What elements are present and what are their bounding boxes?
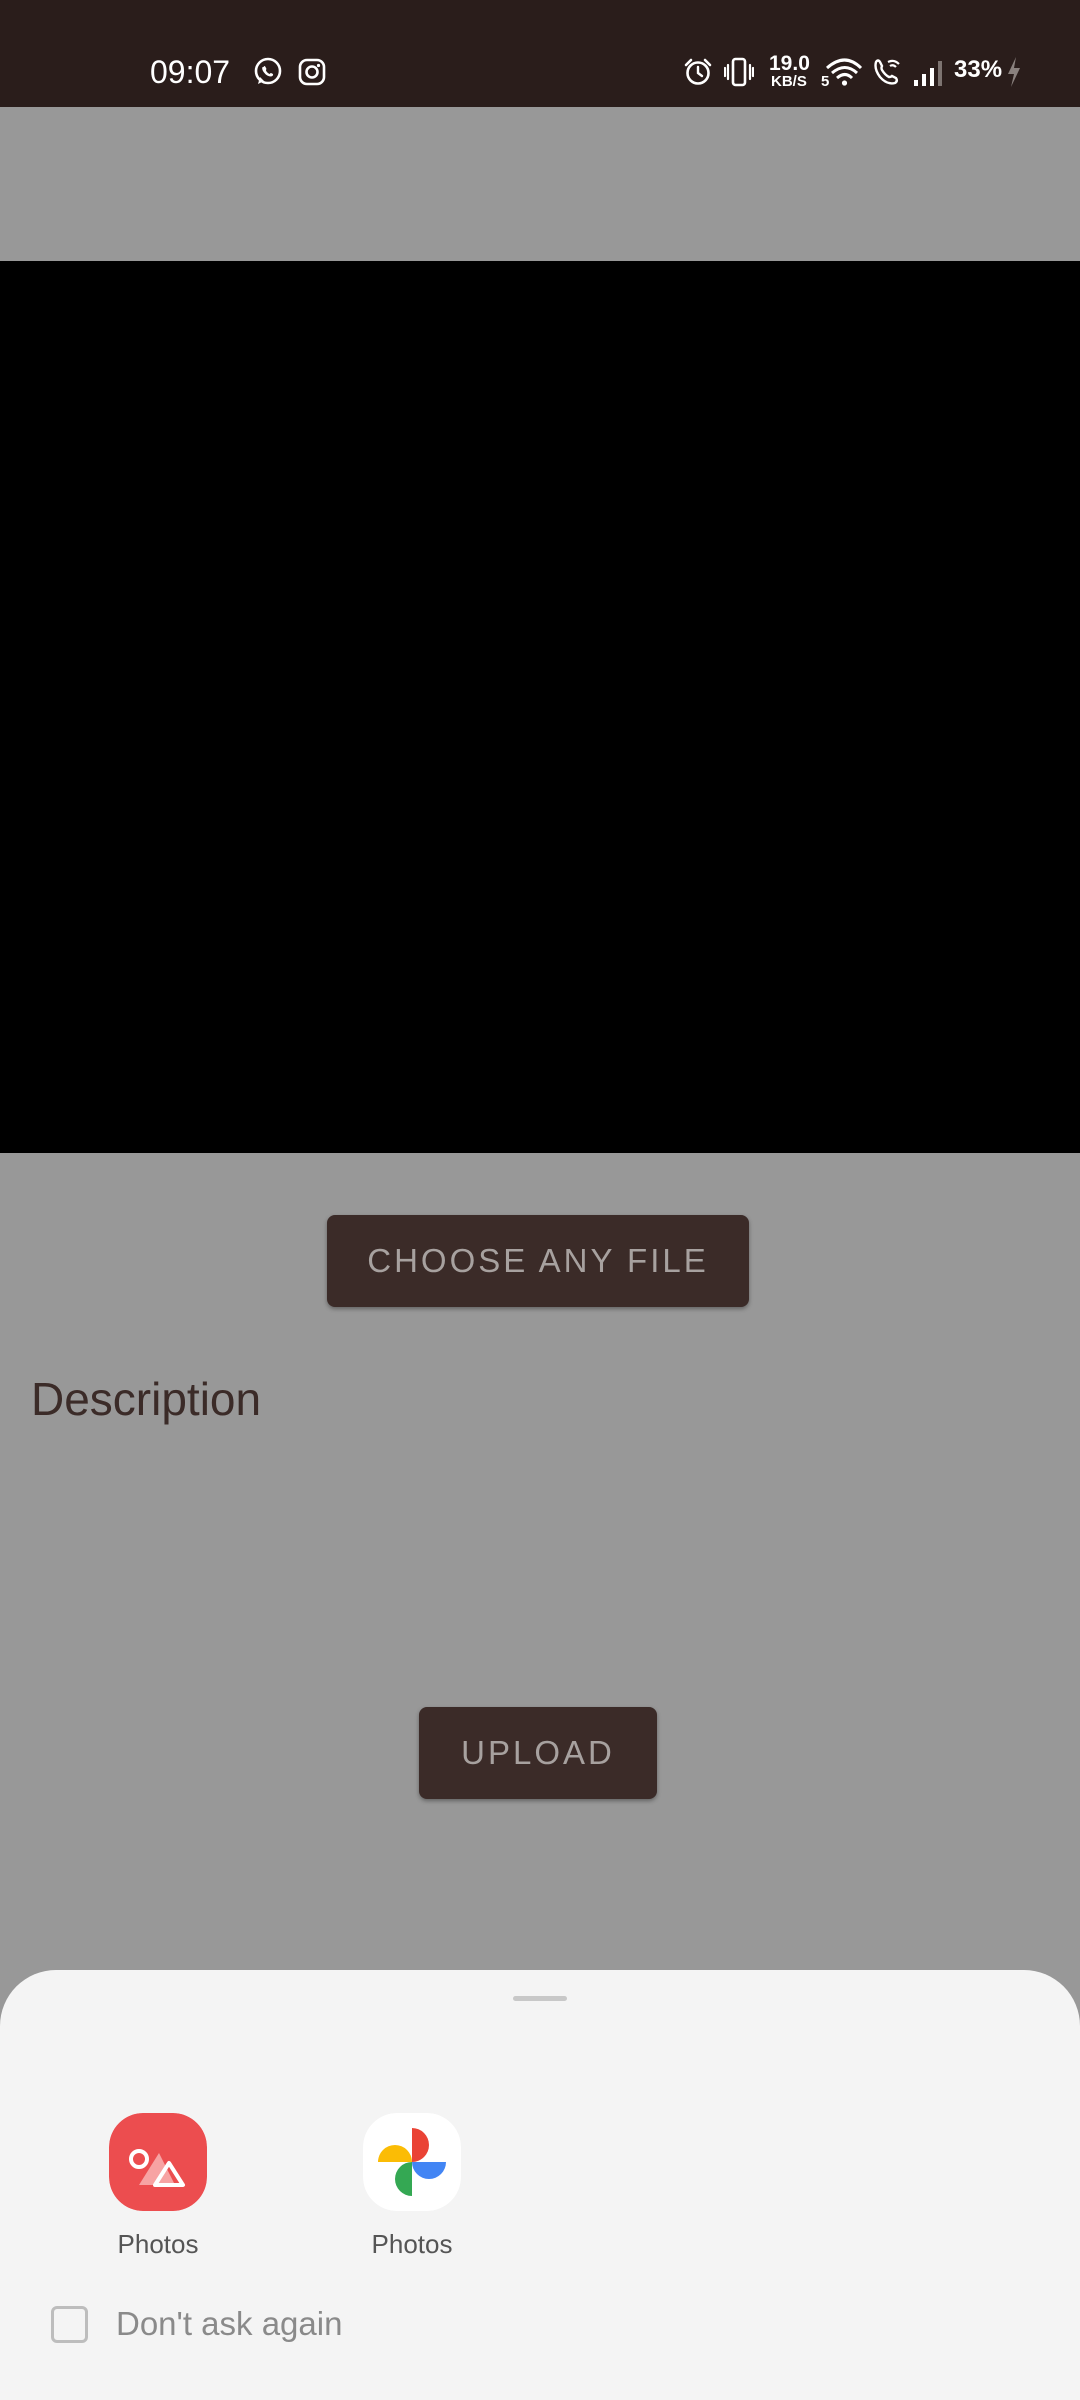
chooser-app-google-photos[interactable]: Photos bbox=[312, 2113, 512, 2260]
sheet-drag-handle[interactable] bbox=[513, 1996, 567, 2001]
whatsapp-icon bbox=[254, 57, 282, 85]
upload-button[interactable]: UPLOAD bbox=[419, 1707, 657, 1799]
dont-ask-again-label[interactable]: Don't ask again bbox=[116, 2305, 342, 2343]
chooser-app-gallery[interactable]: Photos bbox=[58, 2113, 258, 2260]
charging-icon bbox=[1008, 57, 1020, 87]
status-bar: 09:07 19.0 KB/S 5 33% bbox=[0, 0, 1080, 107]
instagram-icon bbox=[298, 58, 326, 86]
vibrate-icon bbox=[724, 57, 754, 87]
file-preview bbox=[0, 261, 1080, 1153]
battery-percent: 33% bbox=[954, 56, 1003, 83]
samsung-gallery-icon bbox=[109, 2113, 207, 2211]
choose-file-button[interactable]: CHOOSE ANY FILE bbox=[327, 1215, 749, 1307]
wifi-calling-icon bbox=[874, 59, 900, 85]
dont-ask-again-checkbox[interactable] bbox=[51, 2306, 88, 2343]
description-field[interactable]: Description bbox=[31, 1372, 261, 1426]
chooser-app-label: Photos bbox=[117, 2229, 199, 2259]
chooser-app-label: Photos bbox=[371, 2229, 453, 2259]
status-time: 09:07 bbox=[150, 54, 231, 90]
wifi-icon: 5 bbox=[821, 58, 863, 88]
app-chooser-sheet: Photos Photos Don't ask again bbox=[0, 1970, 1080, 2400]
google-photos-icon bbox=[363, 2113, 461, 2211]
signal-icon bbox=[914, 61, 942, 86]
net-speed-unit: KB/S bbox=[771, 73, 807, 90]
alarm-icon bbox=[684, 58, 712, 85]
svg-text:5: 5 bbox=[821, 73, 829, 88]
